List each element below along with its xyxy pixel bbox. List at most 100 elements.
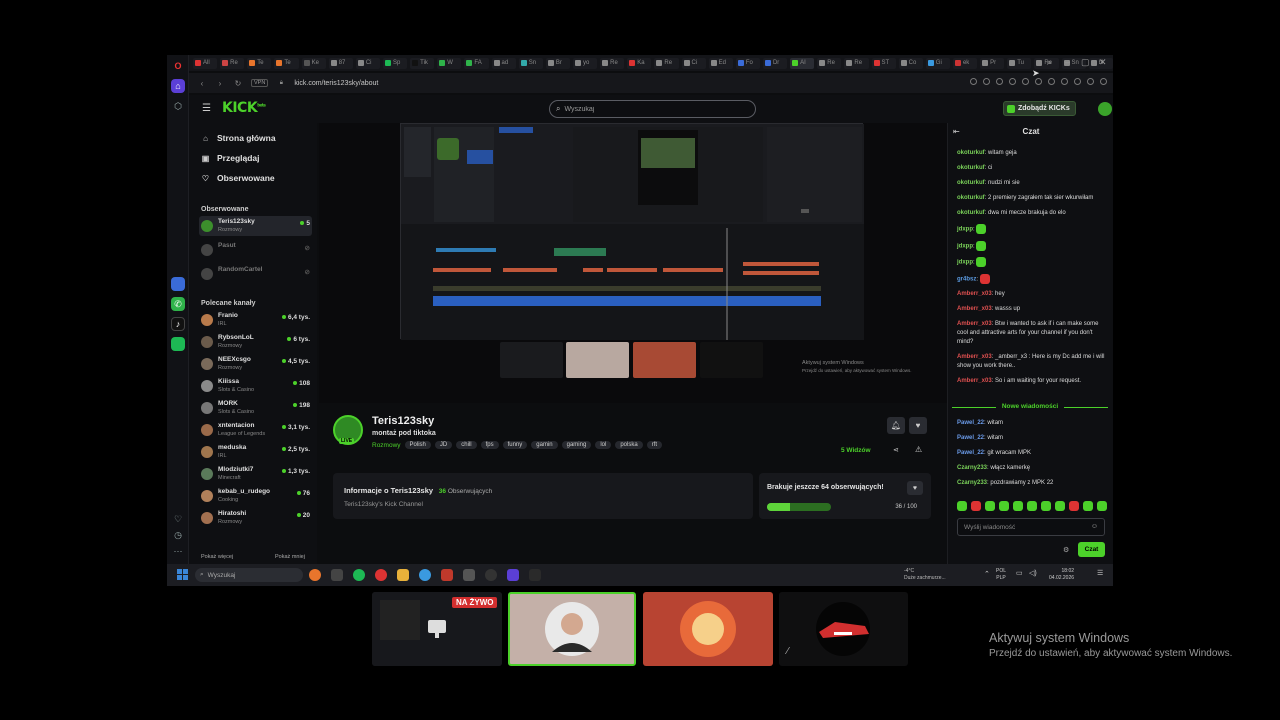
- snapshot-icon[interactable]: [970, 78, 977, 85]
- chat-username[interactable]: Amberr_x03: [957, 306, 992, 312]
- share-icon[interactable]: ⋖: [893, 446, 899, 454]
- close-icon[interactable]: ✕: [1099, 57, 1107, 68]
- emote-picker-icon[interactable]: [957, 501, 967, 511]
- sidebar-channel[interactable]: Mlodziutki7 Minecraft 1,3 tys.: [199, 464, 312, 484]
- stream-tag[interactable]: funny: [502, 441, 528, 449]
- stream-tag[interactable]: lol: [595, 441, 612, 449]
- whatsapp-icon[interactable]: ✆: [171, 297, 185, 311]
- stream-tag[interactable]: rft: [646, 441, 663, 449]
- overlay-thumb-person[interactable]: [508, 592, 636, 666]
- follow-heart-button[interactable]: ♥: [909, 417, 927, 434]
- chat-username[interactable]: Amberr_x03: [957, 354, 992, 360]
- video-player[interactable]: Aktywuj system Windows Przejdź do ustawi…: [319, 123, 947, 403]
- emote-picker-icon[interactable]: [1083, 501, 1093, 511]
- tray-chevron-icon[interactable]: ⌃: [984, 570, 990, 578]
- minimize-icon[interactable]: –: [1065, 57, 1070, 67]
- kick-logo[interactable]: KICKbeta: [222, 100, 266, 116]
- tiktok-icon[interactable]: ♪: [171, 317, 185, 331]
- emoji-icon[interactable]: ☺: [1091, 523, 1098, 530]
- chat-username[interactable]: Pawel_22: [957, 450, 984, 456]
- browser-tab[interactable]: Re: [844, 57, 869, 69]
- overlay-thumb-car[interactable]: ⁄: [779, 592, 908, 666]
- profile-icon[interactable]: [1074, 78, 1081, 85]
- stream-category[interactable]: Rozmowy: [372, 442, 401, 449]
- taskbar-search[interactable]: ⌕ Wyszukaj: [195, 568, 303, 582]
- sidebar-channel[interactable]: RybsonLoL Rozmowy 6 tys.: [199, 332, 312, 352]
- thumbnail-car[interactable]: [700, 342, 763, 378]
- browser-tab[interactable]: ad: [491, 57, 516, 69]
- volume-icon[interactable]: ◁): [1029, 569, 1037, 577]
- sidebar-channel[interactable]: xntentacion League of Legends 3,1 tys.: [199, 420, 312, 440]
- browser-tab[interactable]: Ke: [301, 57, 326, 69]
- sidebar-channel[interactable]: NEEXcsgo Rozmowy 4,5 tys.: [199, 354, 312, 374]
- file-explorer-icon[interactable]: [397, 569, 409, 581]
- vpn-badge[interactable]: VPN: [251, 79, 269, 87]
- opera-logo-icon[interactable]: O: [171, 59, 185, 73]
- report-icon[interactable]: ⚠: [915, 445, 922, 454]
- search-box[interactable]: ⌕: [549, 100, 756, 118]
- browser-tab[interactable]: Re: [817, 57, 842, 69]
- browser-tab[interactable]: Te: [247, 57, 272, 69]
- goal-follow-button[interactable]: ♥: [907, 481, 923, 495]
- history-clock-icon[interactable]: ◷: [171, 528, 185, 542]
- sidebar-channel[interactable]: Kiiissa Slots & Casino 108: [199, 376, 312, 396]
- chat-username[interactable]: jdxpp: [957, 260, 973, 266]
- chat-username[interactable]: gr4bsz: [957, 276, 976, 282]
- thumbnail-screen[interactable]: [500, 342, 563, 378]
- chat-settings-icon[interactable]: ⚙: [1063, 546, 1069, 554]
- browser-tab[interactable]: W: [437, 57, 462, 69]
- play-icon[interactable]: [1009, 78, 1016, 85]
- overlay-thumb-anime[interactable]: [643, 592, 773, 666]
- chat-username[interactable]: Pawel_22: [957, 435, 984, 441]
- extensions-icon[interactable]: [1087, 78, 1094, 85]
- nav-following[interactable]: ♡ Obserwowane: [201, 173, 275, 183]
- windows-start-icon[interactable]: [177, 569, 188, 580]
- browser-tab[interactable]: Sp: [382, 57, 408, 69]
- hamburger-menu-icon[interactable]: ☰: [202, 103, 211, 114]
- chrome-icon[interactable]: [419, 569, 431, 581]
- sidebar-channel[interactable]: Teris123sky Rozmowy 5: [199, 216, 312, 236]
- chat-username[interactable]: okoturkuf: [957, 195, 985, 201]
- chat-username[interactable]: Amberr_x03: [957, 291, 992, 297]
- chat-send-button[interactable]: Czat: [1078, 542, 1105, 557]
- sidebar-channel[interactable]: RandomCartel ⊘: [199, 264, 312, 284]
- show-more-link[interactable]: Pokaż więcej: [201, 554, 233, 560]
- bookmark-icon[interactable]: [996, 78, 1003, 85]
- opera-taskbar-icon[interactable]: [375, 569, 387, 581]
- chat-username[interactable]: okoturkuf: [957, 165, 985, 171]
- forward-icon[interactable]: ›: [215, 79, 225, 88]
- user-avatar[interactable]: [1098, 102, 1112, 116]
- nav-home[interactable]: ⌂ Strona główna: [201, 133, 275, 143]
- wallet-icon[interactable]: [1022, 78, 1029, 85]
- browser-tab[interactable]: Fo: [735, 57, 760, 69]
- muted-mic-icon[interactable]: ⁄: [787, 646, 789, 657]
- speed-dial-icon[interactable]: ⬡: [171, 99, 185, 113]
- chat-input[interactable]: [964, 523, 1084, 531]
- home-workspace-icon[interactable]: ⌂: [171, 79, 185, 93]
- menu-icon[interactable]: [1061, 78, 1068, 85]
- browser-tab[interactable]: All: [193, 57, 218, 69]
- emote-picker-icon[interactable]: [1097, 501, 1107, 511]
- browser-tab[interactable]: ST: [871, 57, 896, 69]
- sidebar-channel[interactable]: MORK Slots & Casino 198: [199, 398, 312, 418]
- chat-username[interactable]: Amberr_x03: [957, 321, 992, 327]
- stream-tag[interactable]: fps: [480, 441, 499, 449]
- streamer-name[interactable]: Teris123sky: [372, 415, 434, 427]
- sidebar-channel[interactable]: Franio IRL 6,4 tys.: [199, 310, 312, 330]
- thumbnail-person[interactable]: [566, 342, 629, 378]
- notification-bell-button[interactable]: 🔔︎: [887, 417, 905, 434]
- favorites-heart-icon[interactable]: ♡: [171, 512, 185, 526]
- emote-picker-icon[interactable]: [971, 501, 981, 511]
- media-player-icon[interactable]: [485, 569, 497, 581]
- browser-tab[interactable]: Gi: [925, 57, 950, 69]
- browser-tab[interactable]: AI: [790, 57, 815, 69]
- search-input[interactable]: [564, 105, 735, 113]
- download-icon[interactable]: [1048, 78, 1055, 85]
- weather-widget[interactable]: -4°C Duże zachmurze...: [904, 568, 946, 582]
- browser-tab[interactable]: Re: [654, 57, 679, 69]
- emote-picker-icon[interactable]: [999, 501, 1009, 511]
- browser-tab[interactable]: ek: [952, 57, 978, 69]
- nav-browse[interactable]: ▣ Przeglądaj: [201, 153, 260, 163]
- browser-tab[interactable]: Dr: [762, 57, 788, 69]
- chat-username[interactable]: Czarny233: [957, 465, 987, 471]
